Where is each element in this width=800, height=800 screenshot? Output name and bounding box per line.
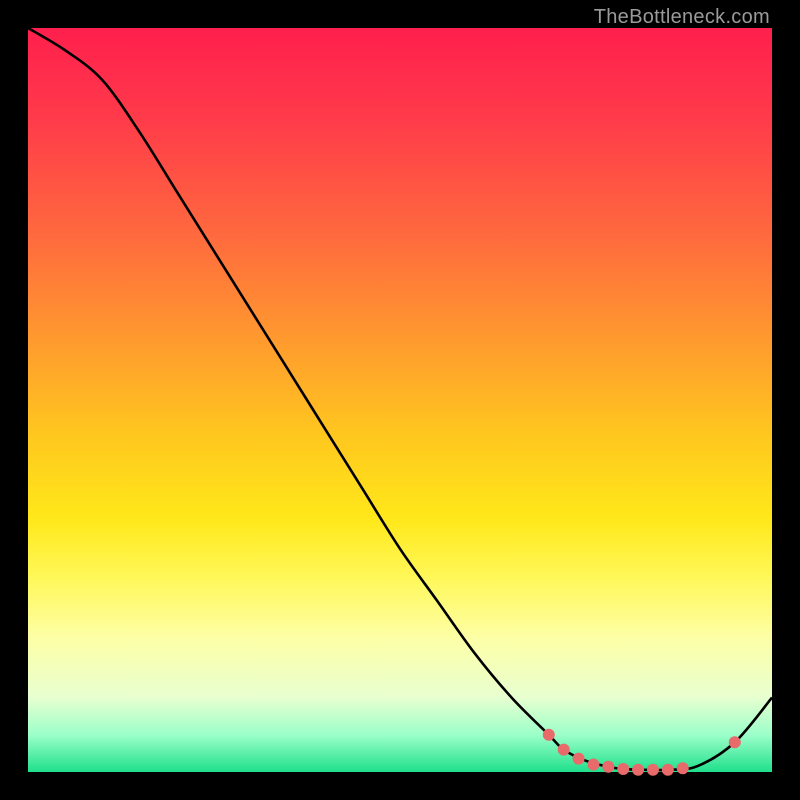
bottleneck-curve <box>28 28 772 770</box>
curve-marker <box>543 729 555 741</box>
curve-svg <box>28 28 772 772</box>
curve-marker <box>617 763 629 775</box>
curve-marker <box>729 736 741 748</box>
curve-marker <box>632 764 644 776</box>
curve-marker <box>647 764 659 776</box>
curve-marker <box>558 744 570 756</box>
curve-marker <box>662 764 674 776</box>
curve-marker <box>602 761 614 773</box>
chart-frame: TheBottleneck.com <box>0 0 800 800</box>
plot-area <box>28 28 772 772</box>
curve-marker <box>573 753 585 765</box>
curve-marker <box>677 762 689 774</box>
curve-markers <box>543 729 741 776</box>
attribution-text: TheBottleneck.com <box>594 6 770 29</box>
curve-marker <box>587 759 599 771</box>
